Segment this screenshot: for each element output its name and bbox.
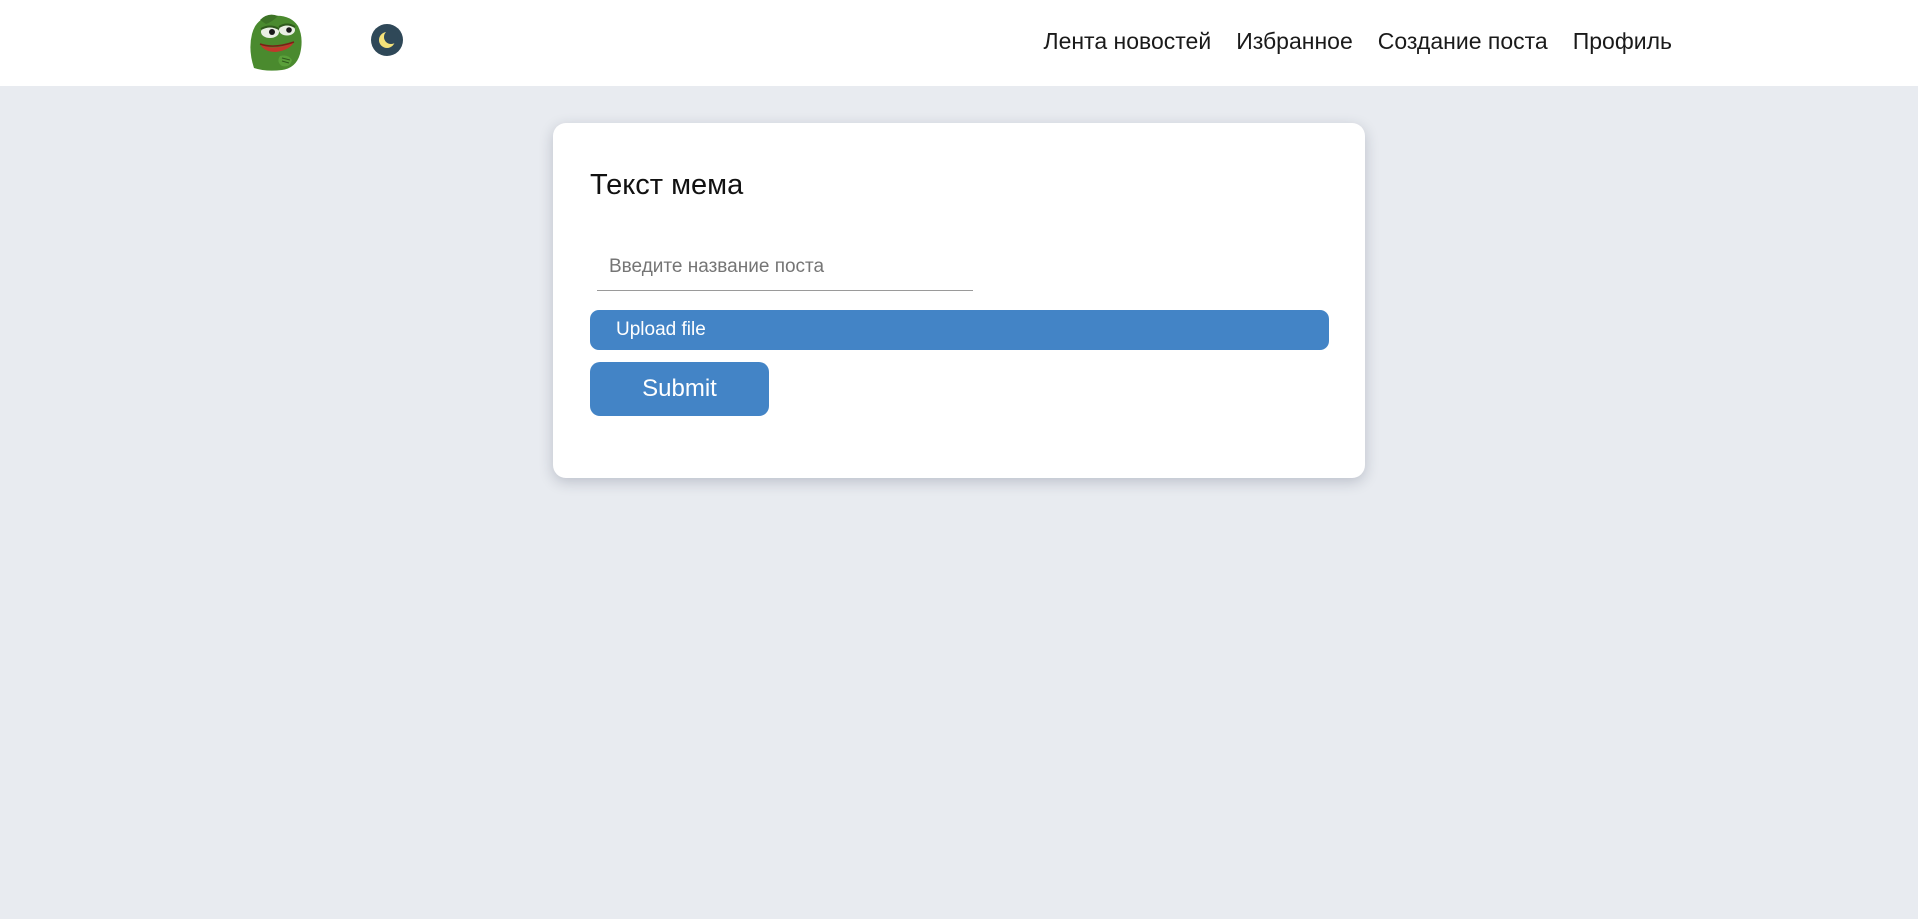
nav-link-news-feed[interactable]: Лента новостей — [1043, 26, 1211, 56]
moon-icon — [379, 30, 398, 48]
theme-toggle-button[interactable] — [371, 24, 403, 56]
card-title: Текст мема — [590, 169, 744, 201]
nav-link-profile[interactable]: Профиль — [1573, 26, 1672, 56]
main-nav: Лента новостей Избранное Создание поста … — [1043, 26, 1672, 56]
submit-button[interactable]: Submit — [590, 362, 769, 416]
create-post-card: Текст мема Upload file Submit — [553, 123, 1365, 478]
upload-file-button[interactable]: Upload file — [590, 310, 1329, 350]
nav-link-favorites[interactable]: Избранное — [1236, 26, 1353, 56]
upload-file-label: Upload file — [616, 319, 706, 340]
pepe-frog-logo[interactable] — [246, 10, 306, 72]
nav-link-create-post[interactable]: Создание поста — [1378, 26, 1548, 56]
header: Лента новостей Избранное Создание поста … — [0, 0, 1918, 86]
post-name-input[interactable] — [597, 243, 973, 291]
